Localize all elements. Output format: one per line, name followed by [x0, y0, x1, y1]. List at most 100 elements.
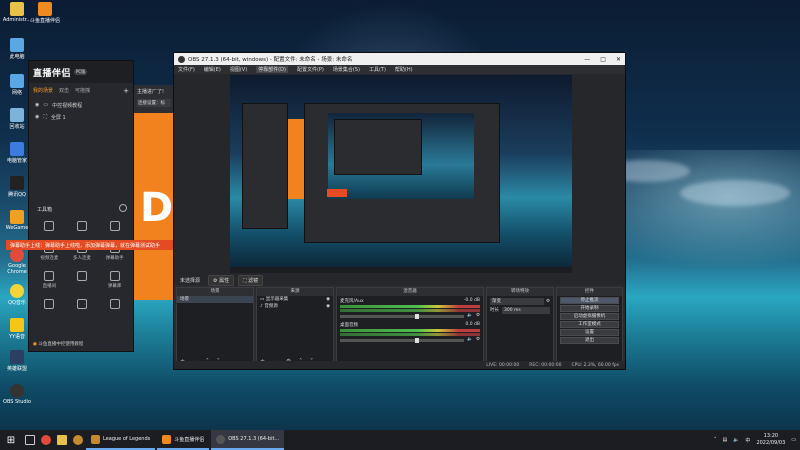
- volume-knob[interactable]: [414, 313, 419, 319]
- clock[interactable]: 13:20 2022/09/03: [756, 433, 785, 447]
- toolbox-title: 工具箱: [37, 207, 53, 213]
- stop-streaming-button[interactable]: 停止推流: [560, 297, 619, 304]
- duration-input[interactable]: 300 ms: [502, 307, 550, 314]
- start-recording-button[interactable]: 开始录制: [560, 305, 619, 312]
- room-icon: [44, 271, 55, 281]
- no-source-label: 未选择源: [180, 277, 201, 284]
- virtual-camera-button[interactable]: 启动虚拟摄像机: [560, 313, 619, 320]
- volume-tray-icon[interactable]: 🔈: [733, 437, 739, 443]
- sources-header: 来源: [257, 288, 333, 296]
- menu-docks[interactable]: 停靠部件(D): [256, 66, 288, 73]
- obs-titlebar[interactable]: OBS 27.1.3 (64-bit, windows) - 配置文件: 未命名…: [174, 53, 625, 65]
- gear-icon[interactable]: ⚙: [546, 298, 550, 305]
- volume-slider[interactable]: [340, 313, 465, 319]
- tray-chevron-icon[interactable]: ˄: [714, 437, 717, 443]
- filters-button[interactable]: ⛶ 滤镜: [238, 274, 264, 286]
- window-title: OBS 27.1.3 (64-bit, windows) - 配置文件: 未命名…: [188, 57, 353, 63]
- eye-icon[interactable]: ◉: [35, 114, 39, 120]
- menu-tools[interactable]: 工具(T): [369, 66, 386, 73]
- tool-item[interactable]: 弹幕库: [98, 271, 131, 289]
- minimize-button[interactable]: —: [584, 56, 590, 63]
- menu-file[interactable]: 文件(F): [178, 66, 195, 73]
- tool-item[interactable]: [66, 299, 99, 311]
- nested-companion-window: [242, 103, 288, 229]
- tab-double-click[interactable]: 双击: [59, 87, 69, 95]
- desktop-icon[interactable]: OBS Studio: [0, 384, 34, 405]
- speaker-icon[interactable]: 🔈: [467, 337, 473, 342]
- taskbar-item-douyu[interactable]: 斗鱼直播伴侣: [157, 430, 210, 450]
- add-scene-button[interactable]: +: [123, 87, 129, 95]
- gear-icon[interactable]: ⚙: [476, 337, 480, 342]
- desktop-icon[interactable]: 斗鱼直播伴侣: [28, 2, 62, 24]
- tab-my-scenes[interactable]: 我的场景: [33, 87, 53, 95]
- menu-view[interactable]: 视图(V): [230, 66, 247, 73]
- lol-icon[interactable]: [70, 430, 86, 450]
- maximize-button[interactable]: □: [600, 56, 606, 63]
- chrome-icon[interactable]: [38, 430, 54, 450]
- taskbar-item-obs[interactable]: OBS 27.1.3 (64-bit...: [211, 430, 285, 450]
- wegame-icon: [10, 210, 24, 224]
- speaker-icon[interactable]: 🔈: [467, 313, 473, 318]
- tool-item[interactable]: [66, 221, 99, 233]
- eye-icon[interactable]: ◉: [35, 102, 39, 108]
- close-button[interactable]: ✕: [616, 56, 621, 63]
- tool-icon: [76, 299, 87, 309]
- volume-slider[interactable]: [340, 337, 465, 343]
- scene-item[interactable]: 场景: [177, 296, 253, 303]
- scene-item[interactable]: ◉ ▭ 中控视频教程: [29, 99, 133, 111]
- studio-mode-button[interactable]: 工作室模式: [560, 321, 619, 328]
- network-icon: [10, 74, 24, 88]
- douyu-companion-icon: [162, 434, 172, 444]
- source-item[interactable]: ▭ 显示器采集 ◉: [257, 296, 333, 303]
- desktop-icon[interactable]: 英雄联盟: [0, 350, 34, 372]
- companion-header: 直播伴侣 PC版: [29, 61, 133, 83]
- preview-canvas[interactable]: [230, 75, 572, 273]
- volume-meter: [340, 305, 480, 308]
- clock-time: 13:20: [763, 433, 779, 439]
- task-view-icon[interactable]: [22, 430, 38, 450]
- taskbar-item-lol[interactable]: League of Legends: [86, 430, 156, 450]
- visibility-eye-icon[interactable]: ◉: [326, 296, 330, 303]
- danmaku-banner[interactable]: 弹幕助手上线：弹幕助手上线啦，添加弹幕弹幕，就在弹幕测试助手: [6, 240, 196, 250]
- mixer-track: 桌面音频 0.0 dB 🔈 ⚙: [337, 320, 483, 344]
- tool-item[interactable]: [66, 271, 99, 289]
- source-item[interactable]: ♪ 音频源 ◉: [257, 303, 333, 310]
- douyu-companion-window[interactable]: 直播伴侣 PC版 我的场景 双击 可拖拽 + ◉ ▭ 中控视频教程 ◉ ⛶ 全屏…: [28, 60, 134, 352]
- monitor-icon: ▭: [260, 297, 265, 302]
- tool-icon: [76, 221, 87, 231]
- tool-item[interactable]: [98, 299, 131, 311]
- collapse-icon[interactable]: [119, 204, 127, 212]
- scene-item[interactable]: ◉ ⛶ 全屏 1: [29, 111, 133, 123]
- volume-knob[interactable]: [414, 337, 419, 343]
- system-tray: ˄ ▤ 🔈 中 13:20 2022/09/03 ▭: [714, 433, 800, 447]
- tab-draggable[interactable]: 可拖拽: [75, 87, 90, 95]
- tool-item[interactable]: 直播间: [33, 271, 66, 289]
- properties-button[interactable]: ⚙ 属性: [208, 274, 235, 286]
- tool-item[interactable]: [33, 221, 66, 233]
- tutorial-link[interactable]: ● 斗鱼直播中控使用教程: [33, 341, 83, 347]
- menu-profile[interactable]: 配置文件(P): [297, 66, 324, 73]
- visibility-eye-icon[interactable]: ◉: [326, 303, 330, 310]
- volume-meter: [340, 329, 480, 332]
- tool-item[interactable]: [98, 221, 131, 233]
- ime-indicator[interactable]: 中: [745, 437, 750, 444]
- network-tray-icon[interactable]: ▤: [722, 437, 727, 443]
- gear-icon[interactable]: ⚙: [476, 313, 480, 318]
- obs-app-icon: [178, 55, 185, 63]
- nested-stream-preview: [288, 119, 304, 199]
- settings-button[interactable]: 设置: [560, 329, 619, 336]
- notification-icon[interactable]: ▭: [791, 437, 796, 443]
- clock-date: 2022/09/03: [756, 440, 786, 446]
- obs-window[interactable]: OBS 27.1.3 (64-bit, windows) - 配置文件: 未命名…: [173, 52, 626, 370]
- exit-button[interactable]: 退出: [560, 337, 619, 344]
- menu-scene-collection[interactable]: 场景集合(S): [333, 66, 360, 73]
- folder-icon[interactable]: [54, 430, 70, 450]
- tool-item[interactable]: [33, 299, 66, 311]
- menu-edit[interactable]: 编辑(E): [204, 66, 221, 73]
- sources-panel: 来源 ▭ 显示器采集 ◉ ♪ 音频源 ◉ + − ⚙ ˄ ˅: [256, 287, 334, 367]
- desktop-icon[interactable]: 此电脑: [0, 38, 34, 60]
- live-status: LIVE: 00:00:00: [486, 362, 520, 368]
- transition-select[interactable]: 渐变 ⚙: [487, 298, 553, 305]
- windows-start-icon[interactable]: ⊞: [0, 430, 22, 450]
- menu-help[interactable]: 帮助(H): [395, 66, 413, 73]
